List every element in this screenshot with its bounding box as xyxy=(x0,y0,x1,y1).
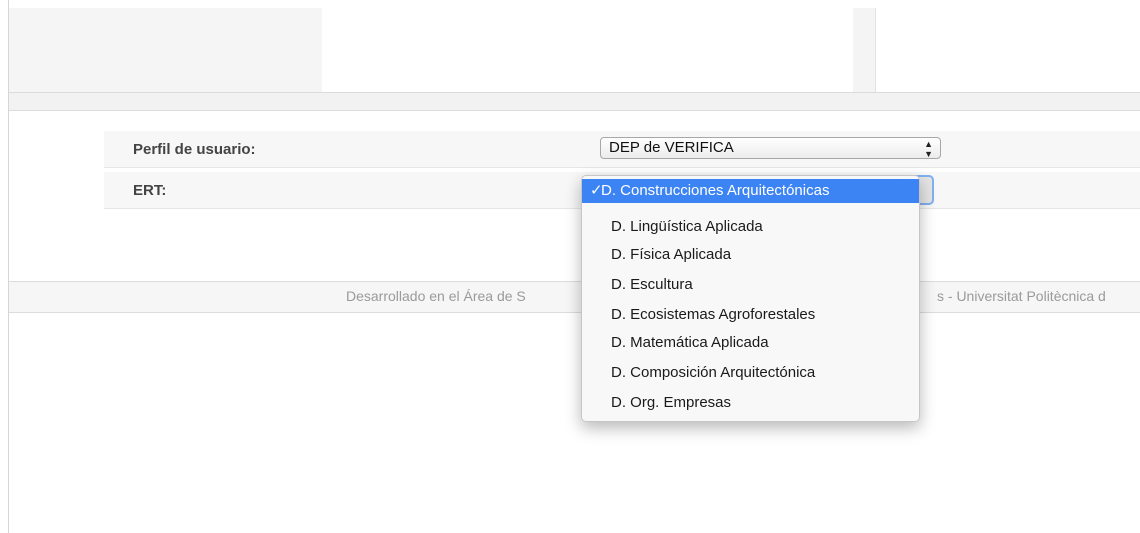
dropdown-option[interactable]: D. Física Aplicada xyxy=(582,243,919,267)
dropdown-option[interactable]: D. Lingüística Aplicada xyxy=(582,215,919,239)
dropdown-option-label: D. Lingüística Aplicada xyxy=(611,218,763,235)
header-bar xyxy=(9,92,1140,111)
dropdown-option[interactable]: D. Matemática Aplicada xyxy=(582,331,919,355)
header-logo-area xyxy=(9,8,322,92)
dropdown-option[interactable]: D. Escultura xyxy=(582,273,919,297)
profile-select-value: DEP de VERIFICA xyxy=(609,139,734,156)
dropdown-option[interactable]: D. Org. Empresas xyxy=(582,391,919,415)
profile-label: Perfil de usuario: xyxy=(133,141,256,158)
ert-dropdown-menu: ✓ D. Construcciones Arquitectónicas D. L… xyxy=(581,175,920,422)
dropdown-option[interactable]: D. Ecosistemas Agroforestales xyxy=(582,303,919,327)
profile-select[interactable]: DEP de VERIFICA ▲ ▼ xyxy=(600,137,941,159)
footer-credit-left: Desarrollado en el Área de S xyxy=(346,288,526,304)
dropdown-option-label: D. Org. Empresas xyxy=(611,394,732,411)
dropdown-option-label: D. Construcciones Arquitectónicas xyxy=(601,182,830,199)
dropdown-option-label: D. Composición Arquitectónica xyxy=(611,364,816,381)
dropdown-option[interactable]: D. Composición Arquitectónica xyxy=(582,361,919,385)
dropdown-option[interactable]: ✓ D. Construcciones Arquitectónicas xyxy=(582,179,919,203)
dropdown-option-label: D. Matemática Aplicada xyxy=(611,334,769,351)
header-divider-line xyxy=(875,8,876,92)
footer-credit-right: s - Universitat Politècnica d xyxy=(937,288,1106,304)
select-updown-icon: ▲ ▼ xyxy=(924,139,933,159)
dropdown-option-label: D. Escultura xyxy=(611,276,693,293)
dropdown-option-label: D. Ecosistemas Agroforestales xyxy=(611,306,816,323)
dropdown-option-label: D. Física Aplicada xyxy=(611,246,732,263)
header-divider xyxy=(853,8,875,92)
ert-label: ERT: xyxy=(133,182,167,199)
